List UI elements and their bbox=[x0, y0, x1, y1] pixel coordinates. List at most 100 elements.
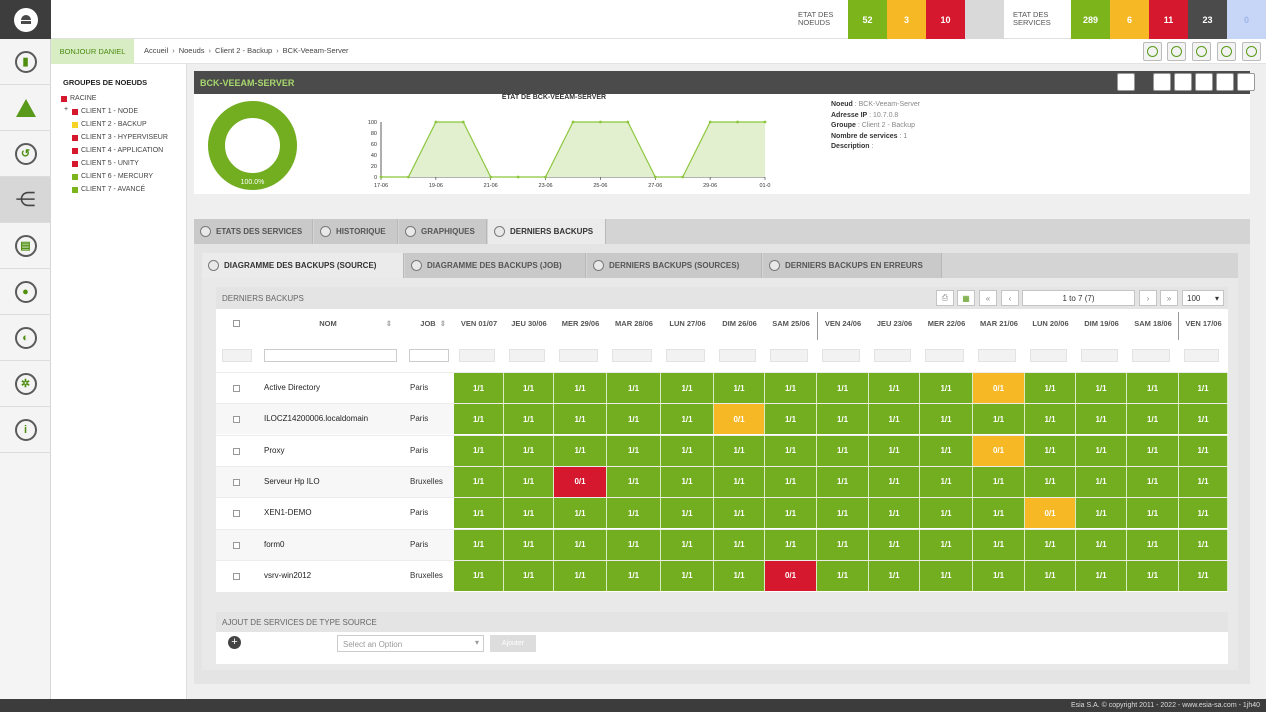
search-tool-button[interactable] bbox=[1192, 42, 1211, 61]
row-checkbox[interactable] bbox=[233, 385, 240, 392]
row-checkbox[interactable] bbox=[233, 510, 240, 518]
backup-status-cell[interactable]: 0/1 bbox=[973, 373, 1025, 403]
row-checkbox[interactable] bbox=[233, 572, 240, 580]
tree-item[interactable]: CLIENT 3 - HYPERVISEUR bbox=[72, 134, 168, 141]
tree-item[interactable]: CLIENT 7 - AVANCÉ bbox=[72, 186, 145, 193]
status-tool-button[interactable] bbox=[1217, 42, 1236, 61]
backup-status-cell[interactable]: 1/1 bbox=[973, 404, 1025, 435]
backup-status-cell[interactable]: 1/1 bbox=[1025, 435, 1076, 466]
backup-status-cell[interactable]: 1/1 bbox=[454, 498, 504, 529]
filter-select[interactable] bbox=[222, 349, 252, 362]
backup-status-cell[interactable]: 1/1 bbox=[714, 373, 765, 403]
backup-status-cell[interactable]: 1/1 bbox=[765, 404, 817, 435]
backup-status-cell[interactable]: 1/1 bbox=[661, 498, 714, 529]
day-column-header[interactable]: LUN 27/06 bbox=[661, 319, 714, 328]
page-size-select[interactable]: 100 ▾ bbox=[1182, 290, 1224, 306]
rail-alerts[interactable] bbox=[0, 85, 51, 131]
backup-status-cell[interactable]: 1/1 bbox=[1127, 373, 1179, 403]
backup-status-cell[interactable]: 1/1 bbox=[1127, 404, 1179, 435]
user-button[interactable] bbox=[1216, 73, 1234, 91]
rail-users[interactable]: ● bbox=[0, 269, 51, 315]
backup-status-cell[interactable]: 1/1 bbox=[817, 560, 869, 591]
backup-status-cell[interactable]: 1/1 bbox=[661, 529, 714, 560]
breadcrumb-item[interactable]: BCK-Veeam-Server bbox=[283, 46, 349, 55]
backup-status-cell[interactable]: 1/1 bbox=[1179, 435, 1228, 466]
backup-status-cell[interactable]: 1/1 bbox=[554, 404, 607, 435]
view-button[interactable] bbox=[1237, 73, 1255, 91]
day-filter-input[interactable] bbox=[719, 349, 756, 362]
service-count-badge[interactable]: 23 bbox=[1188, 0, 1227, 39]
first-page-button[interactable]: « bbox=[979, 290, 997, 306]
day-filter-input[interactable] bbox=[874, 349, 911, 362]
backup-status-cell[interactable]: 1/1 bbox=[869, 373, 920, 403]
day-column-header[interactable]: MAR 21/06 bbox=[973, 319, 1025, 328]
backup-status-cell[interactable]: 1/1 bbox=[607, 404, 661, 435]
tree-item[interactable]: CLIENT 1 - NODE bbox=[72, 108, 138, 115]
table-row[interactable]: vsrv-win2012 Bruxelles 1/1 1/1 1/1 1/1 1/1 1/1 0… bbox=[216, 559, 1228, 591]
tree-item[interactable]: CLIENT 2 - BACKUP bbox=[72, 121, 147, 128]
backup-status-cell[interactable]: 1/1 bbox=[607, 498, 661, 529]
backup-status-cell[interactable]: 1/1 bbox=[920, 373, 973, 403]
day-filter-input[interactable] bbox=[1081, 349, 1118, 362]
backup-status-cell[interactable]: 1/1 bbox=[607, 466, 661, 497]
backup-status-cell[interactable]: 1/1 bbox=[1025, 404, 1076, 435]
breadcrumb-item[interactable]: Noeuds bbox=[179, 46, 205, 55]
plus-icon[interactable]: + bbox=[228, 636, 241, 649]
rail-info[interactable]: i bbox=[0, 407, 51, 453]
backup-status-cell[interactable]: 1/1 bbox=[1025, 560, 1076, 591]
backup-status-cell[interactable]: 1/1 bbox=[765, 373, 817, 403]
rail-history[interactable]: ↺ bbox=[0, 131, 51, 177]
day-column-header[interactable]: MER 22/06 bbox=[920, 319, 973, 328]
subtab-diagramme-source[interactable]: DIAGRAMME DES BACKUPS (SOURCE) bbox=[202, 253, 404, 278]
backup-status-cell[interactable]: 1/1 bbox=[661, 373, 714, 403]
backup-status-cell[interactable]: 1/1 bbox=[714, 560, 765, 591]
backup-status-cell[interactable]: 1/1 bbox=[554, 529, 607, 560]
backup-status-cell[interactable]: 1/1 bbox=[1179, 466, 1228, 497]
ajouter-button[interactable]: Ajouter bbox=[490, 635, 536, 652]
backup-status-cell[interactable]: 1/1 bbox=[1076, 373, 1127, 403]
settings-button[interactable] bbox=[1174, 73, 1192, 91]
prev-page-button[interactable]: ‹ bbox=[1001, 290, 1019, 306]
day-filter-input[interactable] bbox=[925, 349, 964, 362]
table-row[interactable]: Active Directory Paris 1/1 1/1 1/1 1/1 1/1 1/1 1… bbox=[216, 372, 1228, 403]
day-filter-input[interactable] bbox=[1184, 349, 1219, 362]
backup-status-cell[interactable]: 1/1 bbox=[765, 529, 817, 560]
tab-historique[interactable]: HISTORIQUE bbox=[314, 219, 398, 244]
greeting[interactable]: BONJOUR DANIEL bbox=[51, 39, 134, 64]
backup-status-cell[interactable]: 1/1 bbox=[765, 435, 817, 466]
backup-status-cell[interactable]: 1/1 bbox=[714, 435, 765, 466]
select-all-checkbox[interactable] bbox=[233, 320, 240, 327]
backup-status-cell[interactable]: 1/1 bbox=[714, 466, 765, 497]
rail-nodes[interactable]: ⋲ bbox=[0, 177, 51, 223]
backup-status-cell[interactable]: 1/1 bbox=[1179, 529, 1228, 560]
backup-status-cell[interactable]: 1/1 bbox=[973, 560, 1025, 591]
day-column-header[interactable]: SAM 18/06 bbox=[1127, 319, 1179, 328]
backup-status-cell[interactable]: 1/1 bbox=[607, 373, 661, 403]
backup-status-cell[interactable]: 1/1 bbox=[504, 435, 554, 466]
day-filter-input[interactable] bbox=[509, 349, 545, 362]
backup-status-cell[interactable]: 1/1 bbox=[817, 466, 869, 497]
backup-status-cell[interactable]: 1/1 bbox=[1127, 529, 1179, 560]
tree-item[interactable]: CLIENT 4 - APPLICATION bbox=[72, 147, 163, 154]
next-page-button[interactable]: › bbox=[1139, 290, 1157, 306]
service-count-badge[interactable]: 6 bbox=[1110, 0, 1149, 39]
backup-status-cell[interactable]: 1/1 bbox=[1076, 404, 1127, 435]
backup-status-cell[interactable]: 1/1 bbox=[920, 529, 973, 560]
backup-status-cell[interactable]: 1/1 bbox=[1025, 529, 1076, 560]
backup-status-cell[interactable]: 1/1 bbox=[817, 498, 869, 529]
table-row[interactable]: ILOCZ14200006.localdomain Paris 1/1 1/1 1/1 1… bbox=[216, 403, 1228, 435]
export-excel-button[interactable]: ▦ bbox=[957, 290, 975, 306]
rail-reports[interactable]: ▤ bbox=[0, 223, 51, 269]
backup-status-cell[interactable]: 1/1 bbox=[607, 529, 661, 560]
day-filter-input[interactable] bbox=[770, 349, 808, 362]
day-column-header[interactable]: MAR 28/06 bbox=[607, 319, 661, 328]
backup-status-cell[interactable]: 1/1 bbox=[817, 404, 869, 435]
day-column-header[interactable]: JEU 23/06 bbox=[869, 319, 920, 328]
day-filter-input[interactable] bbox=[459, 349, 495, 362]
backup-status-cell[interactable]: 1/1 bbox=[714, 529, 765, 560]
backup-status-cell[interactable]: 1/1 bbox=[817, 529, 869, 560]
rail-dashboard[interactable]: ▮ bbox=[0, 39, 51, 85]
backup-status-cell[interactable]: 1/1 bbox=[454, 373, 504, 403]
edit-button[interactable] bbox=[1195, 73, 1213, 91]
backup-status-cell[interactable]: 1/1 bbox=[1076, 498, 1127, 529]
